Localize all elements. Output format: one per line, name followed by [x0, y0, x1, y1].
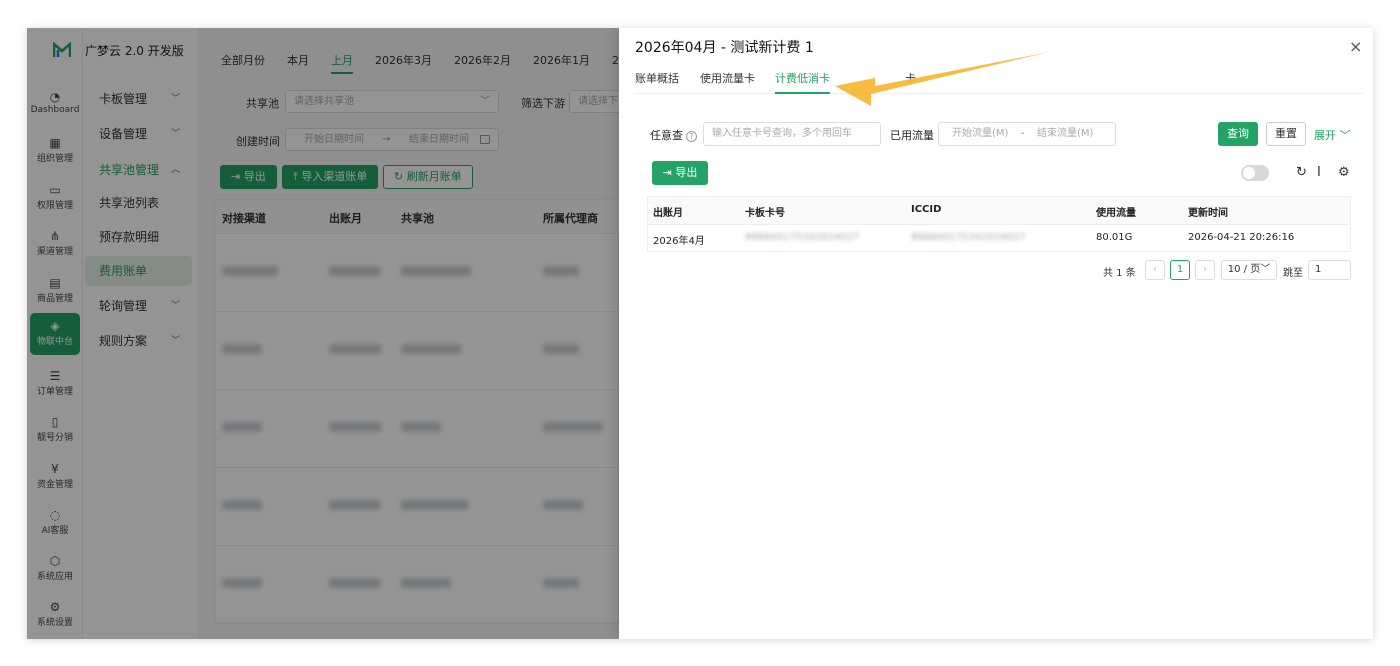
jump-to-input[interactable]: 1 — [1308, 260, 1351, 280]
help-icon[interactable]: ? — [686, 130, 697, 142]
any-query-input[interactable]: 输入任意卡号查询，多个用回车 — [703, 122, 881, 146]
cell-usage: 80.01G — [1096, 232, 1133, 243]
min-charge-card-table: 出账月 卡板卡号 ICCID 使用流量 更新时间 2026年4月 8986001… — [647, 196, 1351, 252]
flow-start-placeholder: 开始流量(M) — [952, 128, 1009, 139]
expand-button[interactable]: 展开 ﹀ — [1314, 127, 1351, 143]
drawer-export-label: 导出 — [675, 166, 698, 179]
col-iccid: ICCID — [911, 204, 942, 215]
tab-used-flow-cards[interactable]: 使用流量卡 — [700, 70, 755, 86]
col-updated-at: 更新时间 — [1188, 208, 1228, 219]
pagination-total: 共 1 条 — [1103, 268, 1136, 279]
col-bill-month: 出账月 — [653, 208, 683, 219]
flow-end-placeholder: 结束流量(M) — [1037, 128, 1094, 139]
reset-button[interactable]: 重置 — [1266, 122, 1306, 146]
any-query-label: 任意查? — [650, 127, 697, 143]
cell-updated-at: 2026-04-21 20:26:16 — [1188, 232, 1295, 243]
drawer-title: 2026年04月 - 测试新计费 1 — [635, 40, 814, 56]
prev-page-button[interactable]: ‹ — [1145, 260, 1165, 280]
modal-backdrop[interactable] — [27, 28, 619, 639]
tab-min-charge-cards[interactable]: 计费低消卡 — [775, 70, 830, 94]
cell-iccid: 898600175342024027 — [911, 232, 1026, 243]
density-toggle[interactable] — [1241, 165, 1269, 181]
cell-bill-month: 2026年4月 — [653, 236, 705, 247]
any-query-label-text: 任意查 — [650, 129, 683, 142]
refresh-icon[interactable]: ↻ — [1296, 165, 1307, 180]
table-row[interactable]: 2026年4月 898600175342024027 8986001753420… — [648, 225, 1350, 252]
column-height-icon[interactable]: Ⅰ — [1317, 165, 1321, 180]
tab-partial-hidden[interactable]: 卡 — [905, 70, 916, 86]
settings-icon[interactable]: ⚙ — [1338, 165, 1350, 180]
flow-range-separator: - — [1021, 128, 1025, 139]
tab-bill-summary[interactable]: 账单概括 — [635, 70, 679, 86]
search-button[interactable]: 查询 — [1218, 122, 1258, 146]
col-usage: 使用流量 — [1096, 208, 1136, 219]
page-number-1[interactable]: 1 — [1170, 260, 1190, 280]
jump-to-label: 跳至 — [1283, 268, 1303, 279]
toggle-knob — [1243, 167, 1255, 179]
min-charge-card-table-header: 出账月 卡板卡号 ICCID 使用流量 更新时间 — [648, 197, 1350, 225]
bill-detail-drawer: 2026年04月 - 测试新计费 1 × 账单概括 使用流量卡 计费低消卡 卡 … — [619, 28, 1373, 639]
used-flow-label: 已用流量 — [890, 129, 934, 142]
app-window: ◔ Dashboard ▦ 组织管理 ▭ 权限管理 ⋔ 渠道管理 ▤ 商品管理 ◈ 物联中台 ☰ 订单管理… — [27, 28, 1373, 639]
close-icon[interactable]: × — [1349, 37, 1362, 56]
cell-card-number: 898600175342024027 — [745, 232, 860, 243]
used-flow-range[interactable]: 开始流量(M) - 结束流量(M) — [938, 122, 1116, 146]
next-page-button[interactable]: › — [1195, 260, 1215, 280]
drawer-tabs: 账单概括 使用流量卡 计费低消卡 卡 — [635, 62, 1363, 94]
drawer-export-button[interactable]: ⇥ 导出 — [652, 161, 708, 185]
page-size-select[interactable]: 10 / 页﹀ — [1221, 260, 1277, 280]
col-card-number: 卡板卡号 — [745, 208, 785, 219]
export-icon: ⇥ — [662, 166, 676, 179]
